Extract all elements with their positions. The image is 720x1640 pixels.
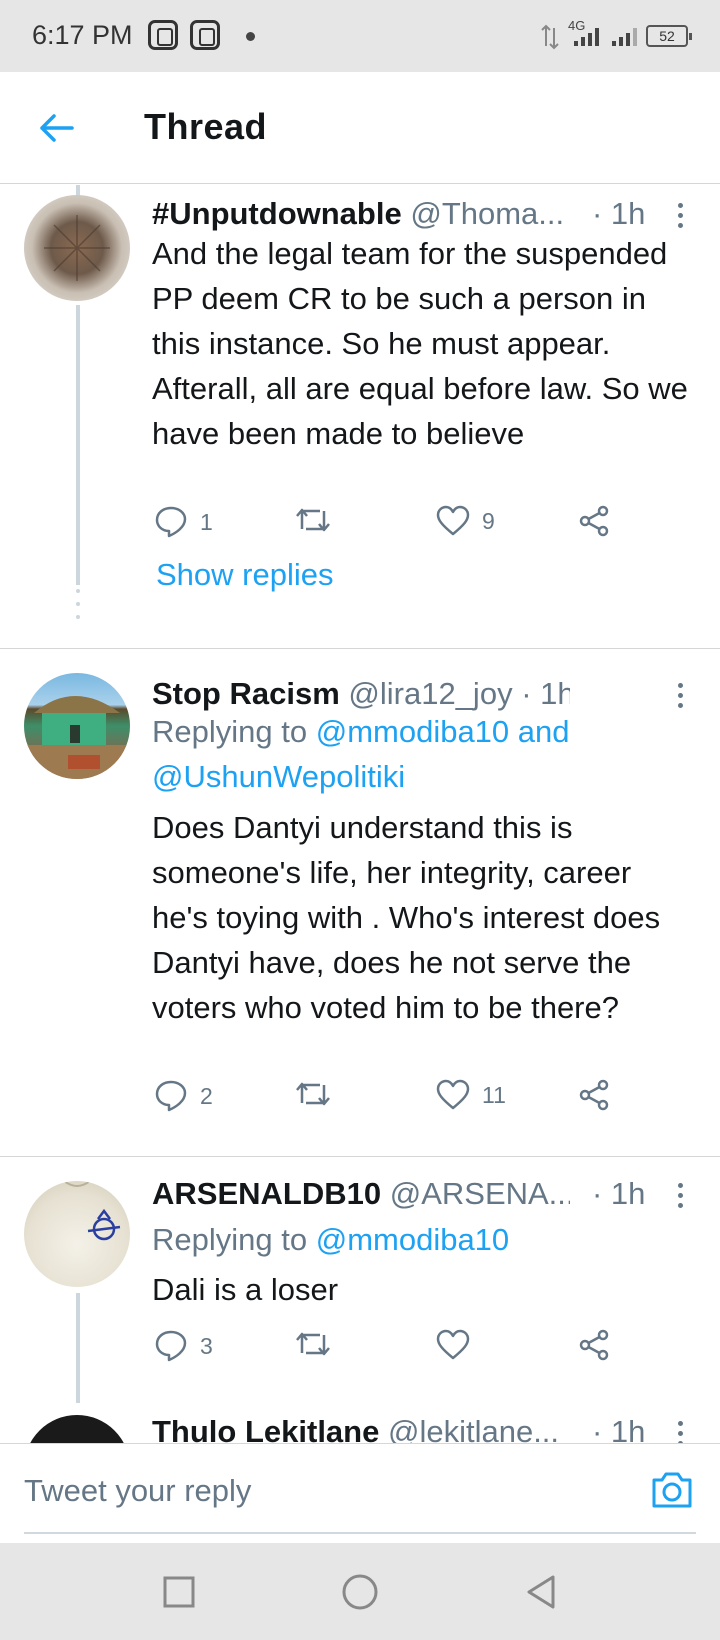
recents-button[interactable] — [154, 1567, 204, 1617]
tweet-time: · 1h — [592, 1414, 646, 1443]
share-button[interactable] — [578, 1329, 610, 1361]
tweet[interactable]: ARSENALDB10 @ARSENA... · 1h Replying to … — [0, 1157, 720, 1403]
like-count: 11 — [482, 1081, 506, 1108]
status-bar: 6:17 PM 4G 52 — [0, 0, 720, 72]
more-vertical-icon[interactable] — [670, 195, 690, 235]
show-replies-link[interactable]: Show replies — [156, 557, 333, 593]
notification-icon — [148, 20, 178, 50]
reply-count: 3 — [200, 1332, 213, 1359]
share-icon — [579, 505, 609, 537]
tweet[interactable]: Stop Racism @lira12_joy · 1h Replying to… — [0, 649, 720, 1156]
tweet[interactable]: Thulo Lekitlane @lekitlane... · 1h — [0, 1403, 720, 1443]
retweet-button[interactable] — [294, 1079, 344, 1109]
author-name[interactable]: Stop Racism — [152, 676, 340, 711]
reply-button[interactable]: 2 — [154, 1079, 213, 1113]
camera-button[interactable] — [648, 1466, 696, 1514]
like-count: 9 — [482, 507, 495, 534]
camera-icon — [652, 1472, 692, 1508]
like-button[interactable]: 9 — [436, 505, 495, 537]
reply-count: 2 — [200, 1082, 213, 1109]
reply-count: 1 — [200, 508, 213, 535]
reply-composer — [0, 1443, 720, 1543]
thread-line — [76, 305, 80, 585]
tweet-header[interactable]: #Unputdownable @Thoma... — [152, 193, 570, 235]
retweet-icon — [296, 508, 330, 532]
reply-button[interactable]: 3 — [154, 1329, 213, 1363]
share-button[interactable] — [578, 1079, 610, 1111]
reply-context: Replying to @mmodiba10 — [152, 1217, 680, 1262]
avatar[interactable] — [24, 195, 130, 301]
mention-link[interactable]: @mmodiba10 — [316, 1222, 509, 1257]
like-button[interactable]: 11 — [436, 1079, 506, 1111]
retweet-icon — [296, 1082, 330, 1106]
speech-bubble-icon — [155, 1330, 187, 1362]
more-vertical-icon[interactable] — [670, 1175, 690, 1215]
system-nav-bar — [0, 1543, 720, 1640]
data-transfer-icon — [541, 24, 559, 50]
battery-icon: 52 — [646, 25, 692, 47]
author-handle[interactable]: @lira12_joy — [348, 676, 512, 711]
back-nav-button[interactable] — [516, 1567, 566, 1617]
like-button[interactable] — [436, 1329, 482, 1361]
triangle-back-icon — [527, 1575, 555, 1609]
thread-line — [76, 1293, 80, 1403]
retweet-button[interactable] — [294, 505, 344, 535]
heart-icon — [436, 505, 470, 536]
author-name[interactable]: ARSENALDB10 — [152, 1176, 381, 1211]
heart-icon — [436, 1329, 470, 1360]
speech-bubble-icon — [155, 1080, 187, 1112]
app-header: Thread — [0, 72, 720, 184]
share-icon — [579, 1329, 609, 1361]
replying-to-label: Replying to — [152, 714, 308, 749]
signal-icon — [612, 28, 637, 46]
author-handle[interactable]: @ARSENA... — [390, 1176, 570, 1211]
reply-button[interactable]: 1 — [154, 505, 213, 539]
tweet-time: · 1h — [592, 196, 646, 231]
avatar[interactable] — [24, 1415, 130, 1443]
tweet-header[interactable]: Thulo Lekitlane @lekitlane... — [152, 1411, 570, 1443]
share-icon — [579, 1079, 609, 1111]
notification-icon — [190, 20, 220, 50]
author-handle[interactable]: @lekitlane... — [388, 1414, 559, 1443]
retweet-button[interactable] — [294, 1329, 344, 1359]
avatar[interactable] — [24, 673, 130, 779]
reply-input[interactable] — [24, 1466, 584, 1516]
tweet[interactable]: #Unputdownable @Thoma... · 1h And the le… — [0, 185, 720, 648]
signal-icon — [574, 28, 599, 46]
tweet-time: · 1h — [592, 1176, 646, 1211]
thread-dots — [74, 589, 82, 619]
replying-to-label: Replying to — [152, 1222, 308, 1257]
author-handle[interactable]: @Thoma... — [410, 196, 564, 231]
input-underline — [24, 1532, 696, 1534]
tweet-header[interactable]: ARSENALDB10 @ARSENA... — [152, 1173, 570, 1215]
author-name[interactable]: #Unputdownable — [152, 196, 402, 231]
tweet-time: · 1h — [521, 676, 570, 711]
back-button[interactable] — [30, 102, 82, 154]
square-icon — [163, 1576, 195, 1608]
retweet-icon — [296, 1332, 330, 1356]
tweet-text: And the legal team for the suspended PP … — [152, 236, 688, 451]
reply-context: Replying to @mmodiba10 and @UshunWepolit… — [152, 709, 680, 799]
circle-icon — [342, 1574, 378, 1610]
tweet-text: Does Dantyi understand this is someone's… — [152, 810, 661, 1025]
notification-dot-icon — [246, 32, 255, 41]
speech-bubble-icon — [155, 506, 187, 538]
author-name[interactable]: Thulo Lekitlane — [152, 1414, 379, 1443]
tweet-text: Dali is a loser — [152, 1272, 339, 1307]
avatar[interactable] — [24, 1181, 130, 1287]
more-vertical-icon[interactable] — [670, 1413, 690, 1443]
heart-icon — [436, 1079, 470, 1110]
arrow-left-icon — [40, 114, 74, 142]
home-button[interactable] — [335, 1567, 385, 1617]
status-time: 6:17 PM — [32, 20, 133, 50]
share-button[interactable] — [578, 505, 610, 537]
page-title: Thread — [144, 106, 268, 147]
